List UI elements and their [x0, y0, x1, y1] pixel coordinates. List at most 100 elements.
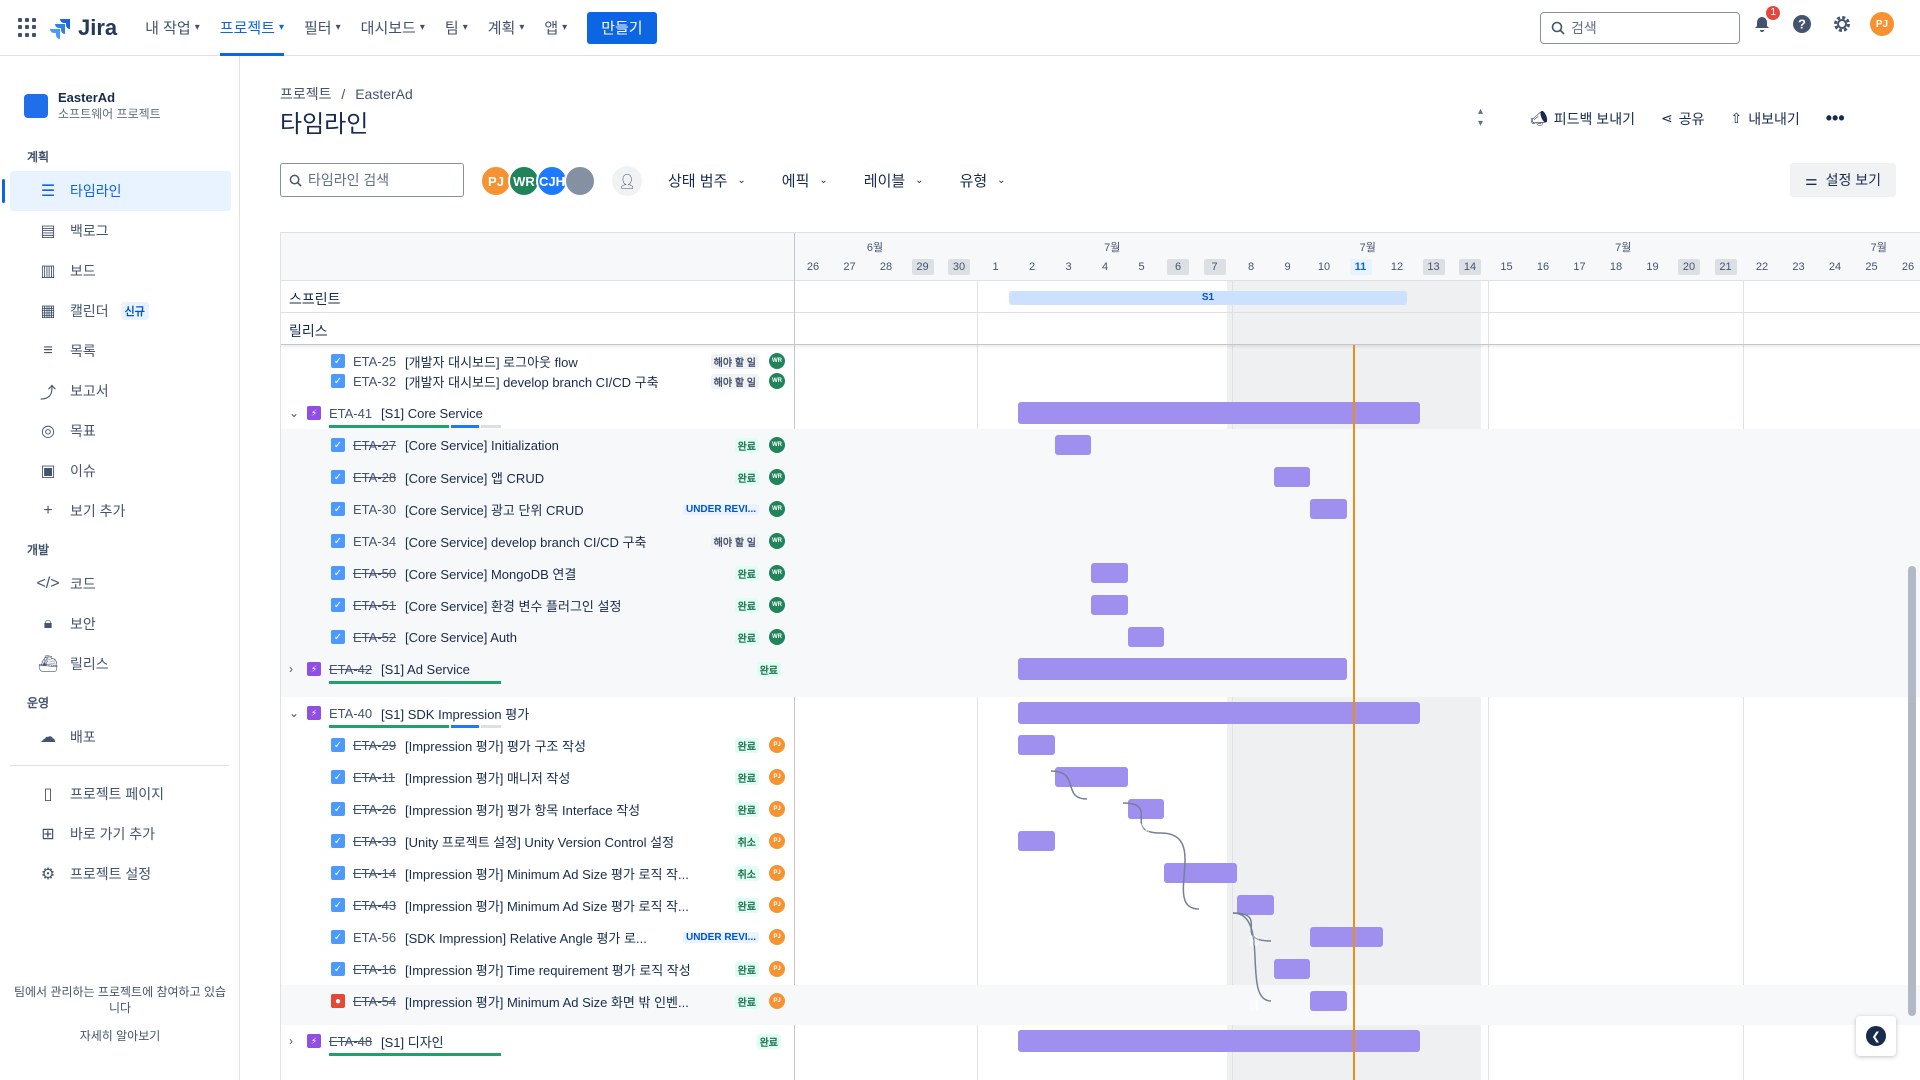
chevron-right-icon[interactable]: ›	[289, 1034, 293, 1048]
assignee-avatar[interactable]	[564, 165, 596, 197]
nav-teams[interactable]: 팀 ▾	[445, 0, 468, 56]
sidebar-item-add-shortcut[interactable]: ⊞ 바로 가기 추가	[10, 814, 231, 854]
status-badge[interactable]: 완료	[734, 437, 759, 453]
issue-bar[interactable]	[1054, 767, 1128, 787]
issue-row[interactable]: ✓ ETA-51 [Core Service] 환경 변수 플러그인 설정 완료 WR	[281, 589, 795, 621]
user-avatar[interactable]: PJ	[1870, 12, 1894, 36]
chevron-right-icon[interactable]: ›	[289, 662, 293, 676]
issue-summary[interactable]: [Unity 프로젝트 설정] Unity Version Control 설정	[405, 832, 745, 851]
issue-bar[interactable]	[1164, 863, 1237, 883]
issue-key[interactable]: ETA-30	[353, 502, 396, 517]
issue-summary[interactable]: [Core Service] develop branch CI/CD 구축	[405, 532, 745, 551]
issue-key[interactable]: ETA-26	[353, 802, 396, 817]
issue-summary[interactable]: [Impression 평가] Minimum Ad Size 평가 로직 작.…	[405, 864, 745, 883]
issue-summary[interactable]: [Core Service] Auth	[405, 630, 745, 645]
issue-row[interactable]: ✓ ETA-33 [Unity 프로젝트 설정] Unity Version Con…	[281, 825, 795, 857]
assignee-avatar[interactable]: WR	[769, 533, 785, 549]
sidebar-item-add-view[interactable]: + 보기 추가	[10, 491, 231, 531]
issue-key[interactable]: ETA-56	[353, 930, 396, 945]
share-button[interactable]: ⋖ 공유	[1661, 109, 1705, 129]
nav-projects[interactable]: 프로젝트 ▾	[219, 0, 285, 56]
status-badge[interactable]: 완료	[734, 801, 759, 817]
assignee-avatar[interactable]: WR	[769, 373, 785, 389]
issue-row[interactable]: ✓ ETA-28 [Core Service] 앱 CRUD 완료 WR	[281, 461, 795, 493]
issue-key[interactable]: ETA-48	[329, 1034, 372, 1049]
sidebar-item-goals[interactable]: ◎ 목표	[10, 411, 231, 451]
app-switcher-icon[interactable]	[18, 17, 38, 38]
sidebar-item-timeline[interactable]: ☰ 타임라인	[2, 171, 231, 211]
issue-bar[interactable]	[1127, 799, 1164, 819]
epic-bar[interactable]	[1018, 402, 1420, 424]
link-icon[interactable]: ⛓	[1027, 759, 1041, 772]
issue-row[interactable]: ✓ ETA-52 [Core Service] Auth 완료 WR	[281, 621, 795, 653]
type-filter[interactable]: 유형 ⌄	[960, 170, 1006, 191]
status-badge[interactable]: 해야 할 일	[710, 533, 759, 549]
issue-row[interactable]: ✓ ETA-34 [Core Service] develop branch CI/…	[281, 525, 795, 557]
create-button[interactable]: 만들기	[587, 11, 657, 44]
sidebar-item-board[interactable]: ▥ 보드	[10, 251, 231, 291]
sidebar-item-calendar[interactable]: ▦ 캘린더 신규	[10, 291, 231, 331]
help-button[interactable]: ?	[1790, 12, 1814, 36]
status-badge[interactable]: 완료	[734, 897, 759, 913]
issue-key[interactable]: ETA-41	[329, 406, 372, 421]
issue-bar[interactable]	[1127, 627, 1164, 647]
assignee-avatar[interactable]: PJ	[769, 801, 785, 817]
issue-row[interactable]: ✓ ETA-14 [Impression 평가] Minimum Ad Size 평…	[281, 857, 795, 889]
status-badge[interactable]: 취소	[734, 865, 759, 881]
sidebar-item-list[interactable]: ≡ 목록	[10, 331, 231, 371]
link-icon[interactable]: ⛓	[1101, 791, 1115, 804]
epic-filter[interactable]: 에픽 ⌄	[782, 170, 828, 191]
sprint-bar[interactable]: S1	[1009, 291, 1407, 305]
issue-row[interactable]: ● ETA-54 [Impression 평가] Minimum Ad Size 화…	[281, 985, 795, 1017]
status-badge[interactable]: UNDER REVI...	[682, 503, 759, 515]
issue-key[interactable]: ETA-27	[353, 438, 396, 453]
issue-bar[interactable]	[1310, 991, 1347, 1011]
issue-summary[interactable]: [Impression 평가] Time requirement 평가 로직 작…	[405, 960, 745, 979]
sidebar-item-project-pages[interactable]: ▯ 프로젝트 페이지	[10, 774, 231, 814]
status-badge[interactable]: 완료	[734, 597, 759, 613]
issue-row[interactable]: ✓ ETA-50 [Core Service] MongoDB 연결 완료 WR	[281, 557, 795, 589]
issue-bar[interactable]	[1273, 959, 1310, 979]
link-icon[interactable]: ⛓	[1211, 903, 1225, 916]
status-badge[interactable]: 해야 할 일	[710, 373, 759, 389]
settings-button[interactable]	[1830, 12, 1854, 36]
notifications-button[interactable]: 1	[1750, 6, 1780, 36]
issue-bar[interactable]	[1054, 435, 1091, 455]
issue-row[interactable]: ✓ ETA-27 [Core Service] Initialization 완료 WR	[281, 429, 795, 461]
assignee-avatar[interactable]: WR	[769, 469, 785, 485]
chevron-down-icon[interactable]: ⌄	[289, 406, 299, 420]
issue-row[interactable]: ✓ ETA-16 [Impression 평가] Time requirement …	[281, 953, 795, 985]
issue-bar[interactable]	[1018, 735, 1055, 755]
assignee-avatar[interactable]: PJ	[769, 769, 785, 785]
assignee-avatar[interactable]: PJ	[769, 833, 785, 849]
status-badge[interactable]: 완료	[734, 629, 759, 645]
project-header[interactable]: EasterAd 소프트웨어 프로젝트	[0, 56, 239, 138]
label-filter[interactable]: 레이블 ⌄	[864, 170, 924, 191]
sidebar-item-project-settings[interactable]: ⚙ 프로젝트 설정	[10, 854, 231, 894]
issue-row[interactable]: ✓ ETA-43 [Impression 평가] Minimum Ad Size 평…	[281, 889, 795, 921]
status-badge[interactable]: 완료	[734, 961, 759, 977]
issue-key[interactable]: ETA-50	[353, 566, 396, 581]
issue-summary[interactable]: [Impression 평가] Minimum Ad Size 평가 로직 작.…	[405, 896, 745, 915]
epic-bar[interactable]	[1018, 702, 1420, 724]
status-badge[interactable]: UNDER REVI...	[682, 931, 759, 943]
issue-bar[interactable]	[1273, 467, 1310, 487]
issue-bar[interactable]	[1091, 595, 1128, 615]
learn-more-link[interactable]: 자세히 알아보기	[10, 1028, 230, 1044]
issue-summary[interactable]: [Core Service] Initialization	[405, 438, 745, 453]
sidebar-item-releases[interactable]: ⛴︎ 릴리스	[10, 644, 231, 684]
assignee-avatar[interactable]: PJ	[769, 897, 785, 913]
collapse-panel-button[interactable]: ❮	[1856, 1016, 1896, 1056]
issue-summary[interactable]: [S1] 디자인	[381, 1032, 444, 1051]
issue-summary[interactable]: [Impression 평가] 매니저 작성	[405, 768, 745, 787]
issue-key[interactable]: ETA-32	[353, 374, 396, 389]
issue-summary[interactable]: [Impression 평가] 평가 항목 Interface 작성	[405, 800, 745, 819]
assignee-avatar[interactable]: PJ	[769, 961, 785, 977]
status-category-filter[interactable]: 상태 범주 ⌄	[668, 170, 746, 191]
issue-summary[interactable]: [Impression 평가] Minimum Ad Size 화면 밖 인벤.…	[405, 992, 745, 1011]
issue-summary[interactable]: [S1] Core Service	[381, 406, 483, 421]
issue-key[interactable]: ETA-28	[353, 470, 396, 485]
status-badge[interactable]: 취소	[734, 833, 759, 849]
assignee-avatar[interactable]: WR	[769, 501, 785, 517]
issue-bar[interactable]	[1018, 831, 1055, 851]
